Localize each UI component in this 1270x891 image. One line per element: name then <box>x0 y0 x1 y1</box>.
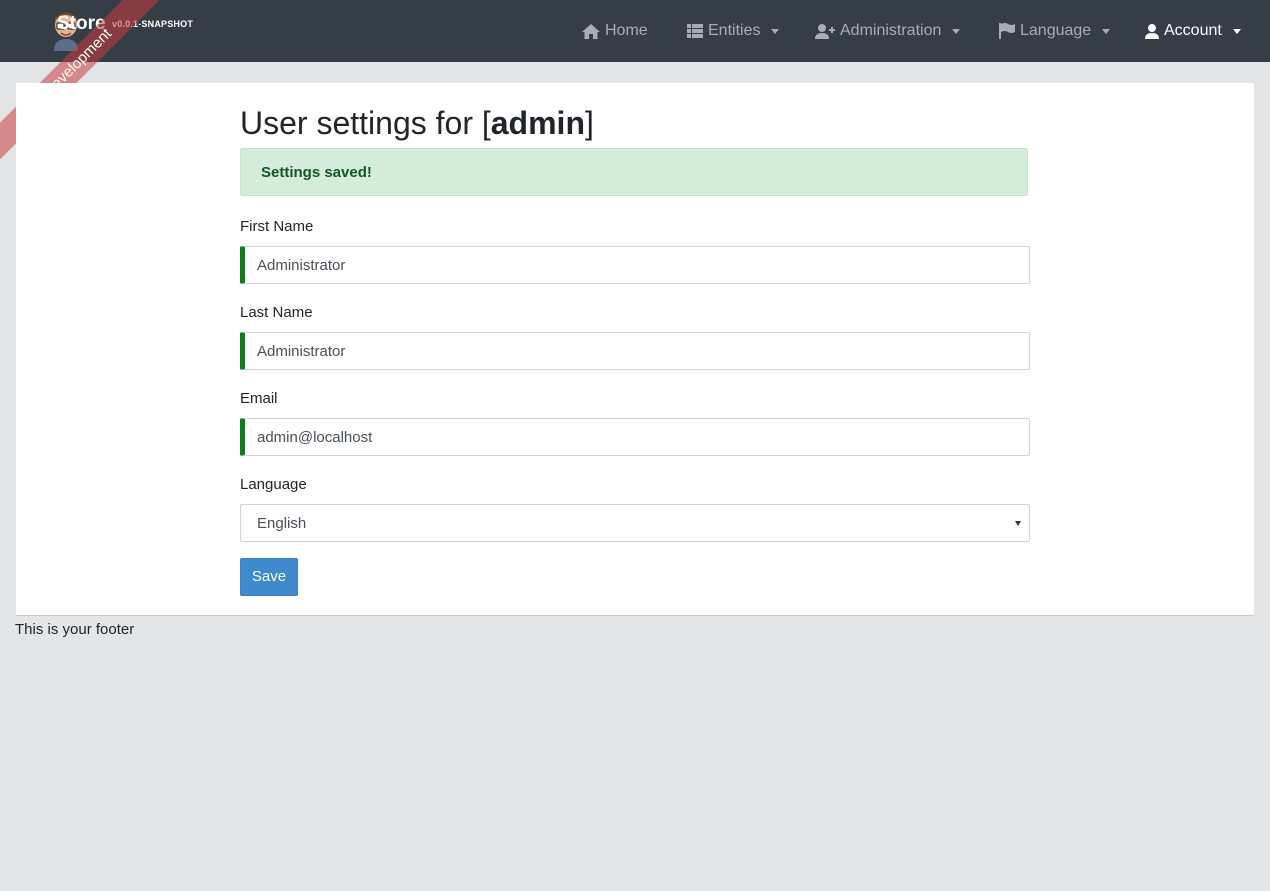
nav-home[interactable]: Home <box>582 20 648 42</box>
brand-version: v0.0.1-SNAPSHOT <box>112 19 194 29</box>
language-select-value: English <box>257 515 307 532</box>
main-card: User settings for [admin] Settings saved… <box>16 83 1254 616</box>
chevron-down-icon <box>771 28 780 34</box>
nav-account[interactable]: Account <box>1145 20 1241 42</box>
table-list-icon <box>687 24 703 38</box>
brand-title[interactable]: Store <box>57 13 106 35</box>
nav-account-label: Account <box>1164 22 1222 39</box>
first-name-label: First Name <box>240 218 314 235</box>
page-title: User settings for [admin] <box>240 105 594 141</box>
last-name-label: Last Name <box>240 304 313 321</box>
nav-entities-label: Entities <box>708 22 761 39</box>
chevron-down-icon <box>952 28 961 34</box>
home-icon <box>582 23 600 39</box>
last-name-value: Administrator <box>257 343 346 360</box>
chevron-down-icon <box>1102 28 1111 34</box>
nav-entities[interactable]: Entities <box>687 20 780 42</box>
last-name-input[interactable]: Administrator <box>240 332 1030 370</box>
dropdown-arrow-icon <box>1015 521 1021 526</box>
nav-administration[interactable]: Administration <box>815 20 961 42</box>
nav-language-label: Language <box>1020 22 1092 39</box>
save-button[interactable]: Save <box>240 558 298 596</box>
user-icon <box>1145 23 1159 39</box>
chevron-down-icon <box>1232 28 1241 34</box>
nav-home-label: Home <box>605 22 648 39</box>
first-name-value: Administrator <box>257 257 346 274</box>
email-input[interactable]: admin@localhost <box>240 418 1030 456</box>
first-name-input[interactable]: Administrator <box>240 246 1030 284</box>
email-label: Email <box>240 390 278 407</box>
nav-language[interactable]: Language <box>999 20 1111 42</box>
flag-icon <box>999 23 1015 39</box>
language-label: Language <box>240 476 307 493</box>
navbar: Store v0.0.1-SNAPSHOT Home Entities Admi… <box>0 0 1270 62</box>
success-alert: Settings saved! <box>240 148 1028 196</box>
footer-text: This is your footer <box>15 621 135 638</box>
page-title-username: admin <box>490 105 585 141</box>
user-plus-icon <box>815 23 835 39</box>
alert-text: Settings saved! <box>261 164 372 181</box>
nav-administration-label: Administration <box>840 22 942 39</box>
email-value: admin@localhost <box>257 429 373 446</box>
language-select[interactable]: English <box>240 504 1030 542</box>
